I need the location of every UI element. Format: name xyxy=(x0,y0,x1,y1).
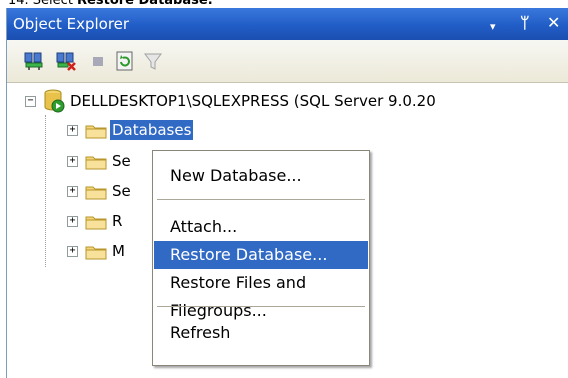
tree-node-management[interactable]: M xyxy=(112,241,125,261)
menu-item-label: Refresh xyxy=(170,323,231,342)
close-icon[interactable]: ✕ xyxy=(547,13,560,33)
connect-icon[interactable] xyxy=(23,50,45,72)
menu-separator xyxy=(157,199,365,200)
menu-item-label: Restore Files and Filegroups... xyxy=(170,273,307,320)
tree-expand-toggle[interactable]: + xyxy=(67,246,78,257)
toolbar xyxy=(7,40,568,83)
server-collapse-toggle[interactable]: − xyxy=(25,96,36,107)
folder-icon xyxy=(85,246,107,260)
tree-connector-line xyxy=(45,115,46,267)
filter-icon[interactable] xyxy=(142,50,164,72)
title-bar: Object Explorer ▾ ᛘ ✕ xyxy=(7,8,568,40)
caption-prefix: 14. Select xyxy=(8,0,78,8)
caption-bold: Restore Database. xyxy=(77,0,213,8)
menu-item-new-database[interactable]: New Database... xyxy=(154,162,368,190)
menu-item-restore-database[interactable]: Restore Database... xyxy=(154,241,368,269)
tree-node-replication[interactable]: R xyxy=(112,211,122,231)
menu-item-label: New Database... xyxy=(170,166,302,185)
menu-separator xyxy=(157,306,365,307)
tree-node-databases[interactable]: Databases xyxy=(110,120,194,140)
refresh-icon[interactable] xyxy=(114,50,136,72)
menu-item-attach[interactable]: Attach... xyxy=(154,213,368,241)
tree-expand-toggle[interactable]: + xyxy=(67,186,78,197)
disconnect-icon[interactable] xyxy=(55,50,77,72)
server-icon xyxy=(44,89,65,113)
databases-expand-toggle[interactable]: + xyxy=(67,125,78,136)
folder-icon xyxy=(85,186,107,200)
tree-expand-toggle[interactable]: + xyxy=(67,156,78,167)
menu-item-label: Attach... xyxy=(170,217,238,236)
stop-icon[interactable] xyxy=(87,50,109,72)
instruction-caption: 14. Select Restore Database. xyxy=(0,0,568,8)
folder-icon xyxy=(85,216,107,230)
menu-item-label: Restore Database... xyxy=(170,245,328,264)
menu-item-refresh[interactable]: Refresh xyxy=(154,319,368,347)
tree-node-server-objects[interactable]: Se xyxy=(112,181,131,201)
server-node-label[interactable]: DELLDESKTOP1\SQLEXPRESS (SQL Server 9.0.… xyxy=(70,91,436,111)
folder-icon xyxy=(85,156,107,170)
folder-icon xyxy=(85,125,107,139)
context-menu: New Database... Attach... Restore Databa… xyxy=(152,150,370,366)
tree-expand-toggle[interactable]: + xyxy=(67,216,78,227)
menu-item-restore-files-filegroups[interactable]: Restore Files and Filegroups... xyxy=(154,269,368,320)
pin-icon[interactable]: ᛘ xyxy=(520,13,530,33)
tree-node-security[interactable]: Se xyxy=(112,151,131,171)
window-title: Object Explorer xyxy=(13,15,130,33)
dropdown-arrow-icon[interactable]: ▾ xyxy=(490,17,496,37)
